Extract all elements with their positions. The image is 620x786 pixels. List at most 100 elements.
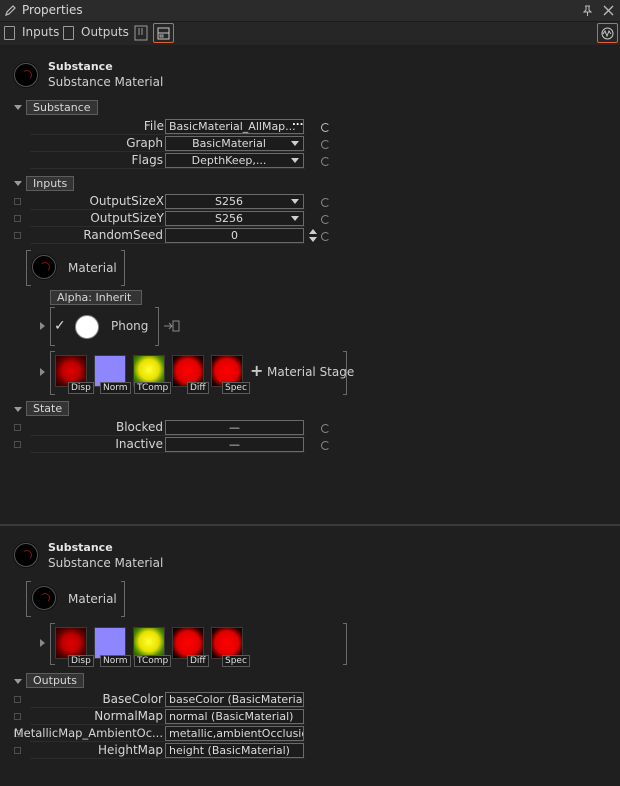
plus-icon[interactable]: + [250, 361, 263, 380]
tcomp-label: TComp [134, 655, 172, 667]
row-select-box[interactable] [14, 232, 21, 239]
file-field[interactable]: BasicMaterial_AllMap... [165, 119, 304, 134]
substance-node-icon [14, 63, 38, 87]
reset-outputsizex-icon[interactable] [321, 198, 330, 207]
basecolor-field[interactable]: baseColor (BasicMaterial) [165, 692, 304, 707]
layout-columns-icon[interactable] [134, 25, 148, 41]
outputs-toggle-icon[interactable] [63, 26, 74, 40]
material-label: Material [68, 261, 117, 275]
bracket-corner [343, 351, 347, 352]
bracket-corner [343, 394, 347, 395]
substance-node-icon [14, 543, 38, 567]
output-connector-icon[interactable] [164, 320, 180, 332]
alpha-inherit-field[interactable]: Alpha: Inherit [50, 290, 142, 305]
material-label: Material [68, 592, 117, 606]
spec-label: Spec [222, 655, 250, 667]
toolbar: Inputs Outputs [0, 22, 620, 45]
close-icon[interactable] [603, 5, 614, 16]
diff-label: Diff [187, 382, 209, 394]
inputs-toggle-label[interactable]: Inputs [22, 25, 59, 39]
panel-title-bar: Properties [0, 0, 620, 22]
disp-label: Disp [68, 655, 94, 667]
reset-randomseed-icon[interactable] [321, 232, 330, 241]
node-subtitle: Substance Material [48, 75, 164, 89]
node-title: Substance [48, 541, 113, 554]
row-select-box[interactable] [14, 424, 21, 431]
disp-label: Disp [68, 382, 94, 394]
expand-phong-icon[interactable] [40, 322, 45, 330]
heightmap-label: HeightMap [98, 743, 163, 757]
checkmark-icon[interactable]: ✓ [54, 318, 66, 334]
section-state[interactable]: State [26, 401, 70, 416]
file-browse-button[interactable]: ... [292, 117, 303, 128]
pin-icon[interactable] [582, 5, 593, 16]
normalmap-field[interactable]: normal (BasicMaterial) [165, 709, 304, 724]
phong-sphere-icon [75, 315, 99, 339]
norm-label: Norm [100, 655, 131, 667]
section-substance[interactable]: Substance [26, 100, 98, 115]
material-icon [32, 255, 56, 279]
blocked-label: Blocked [115, 420, 163, 434]
diff-label: Diff [187, 655, 209, 667]
bracket-corner [343, 623, 347, 624]
flags-label: Flags [131, 153, 163, 167]
bracket-corner [121, 250, 125, 251]
metallicmap-label: MetallicMap_AmbientOc... [13, 726, 163, 740]
expand-stage-icon[interactable] [40, 639, 45, 647]
normalmap-label: NormalMap [94, 709, 163, 723]
norm-label: Norm [100, 382, 131, 394]
collapse-inputs-icon[interactable] [14, 181, 22, 186]
live-update-button[interactable] [597, 23, 618, 43]
graph-label: Graph [126, 136, 163, 150]
bracket-corner [121, 581, 125, 582]
randomseed-field[interactable]: 0 [165, 228, 304, 243]
layout-detail-icon [157, 27, 170, 40]
panel-divider[interactable] [0, 524, 620, 526]
expand-stage-icon[interactable] [40, 368, 45, 376]
spec-label: Spec [222, 382, 250, 394]
pencil-icon [5, 5, 16, 16]
bracket-corner [343, 664, 347, 665]
collapse-state-icon[interactable] [14, 407, 22, 412]
node-subtitle: Substance Material [48, 556, 164, 570]
bracket-corner [121, 616, 125, 617]
metallicmap-field[interactable]: metallic,ambientOcclusio... [165, 726, 304, 741]
reset-flags-icon[interactable] [321, 157, 330, 166]
outputs-toggle-label[interactable]: Outputs [81, 25, 129, 39]
collapse-outputs-icon[interactable] [14, 679, 22, 684]
section-outputs[interactable]: Outputs [26, 673, 84, 688]
row-select-box[interactable] [14, 713, 21, 720]
material-icon [32, 586, 56, 610]
row-select-box[interactable] [14, 215, 21, 222]
blocked-field[interactable]: — [165, 420, 304, 435]
collapse-substance-icon[interactable] [14, 105, 22, 110]
section-inputs[interactable]: Inputs [26, 176, 75, 191]
basecolor-label: BaseColor [102, 692, 163, 706]
spinner-arrows-icon[interactable] [309, 229, 317, 242]
outputsizex-dropdown[interactable]: S256 [165, 194, 304, 209]
row-select-box[interactable] [14, 696, 21, 703]
bracket-corner [155, 307, 159, 308]
randomseed-label: RandomSeed [83, 228, 163, 242]
heightmap-field[interactable]: height (BasicMaterial) [165, 743, 304, 758]
material-stage-label[interactable]: Material Stage [267, 365, 354, 379]
layout-detail-button[interactable] [153, 23, 174, 43]
panel-title: Properties [22, 3, 83, 17]
reset-graph-icon[interactable] [321, 140, 330, 149]
phong-label: Phong [111, 319, 149, 333]
outputsizey-dropdown[interactable]: S256 [165, 211, 304, 226]
outputsizex-label: OutputSizeX [89, 194, 164, 208]
inputs-toggle-icon[interactable] [4, 26, 15, 40]
reset-inactive-icon[interactable] [321, 441, 330, 450]
reset-blocked-icon[interactable] [321, 424, 330, 433]
reset-outputsizey-icon[interactable] [321, 215, 330, 224]
row-select-box[interactable] [14, 441, 21, 448]
bracket-corner [155, 345, 159, 346]
graph-dropdown[interactable]: BasicMaterial [165, 136, 304, 151]
flags-dropdown[interactable]: DepthKeep,... [165, 153, 304, 168]
inactive-field[interactable]: — [165, 437, 304, 452]
reset-file-icon[interactable] [321, 123, 330, 132]
row-select-box[interactable] [14, 747, 21, 754]
row-select-box[interactable] [14, 198, 21, 205]
file-label: File [143, 119, 164, 133]
